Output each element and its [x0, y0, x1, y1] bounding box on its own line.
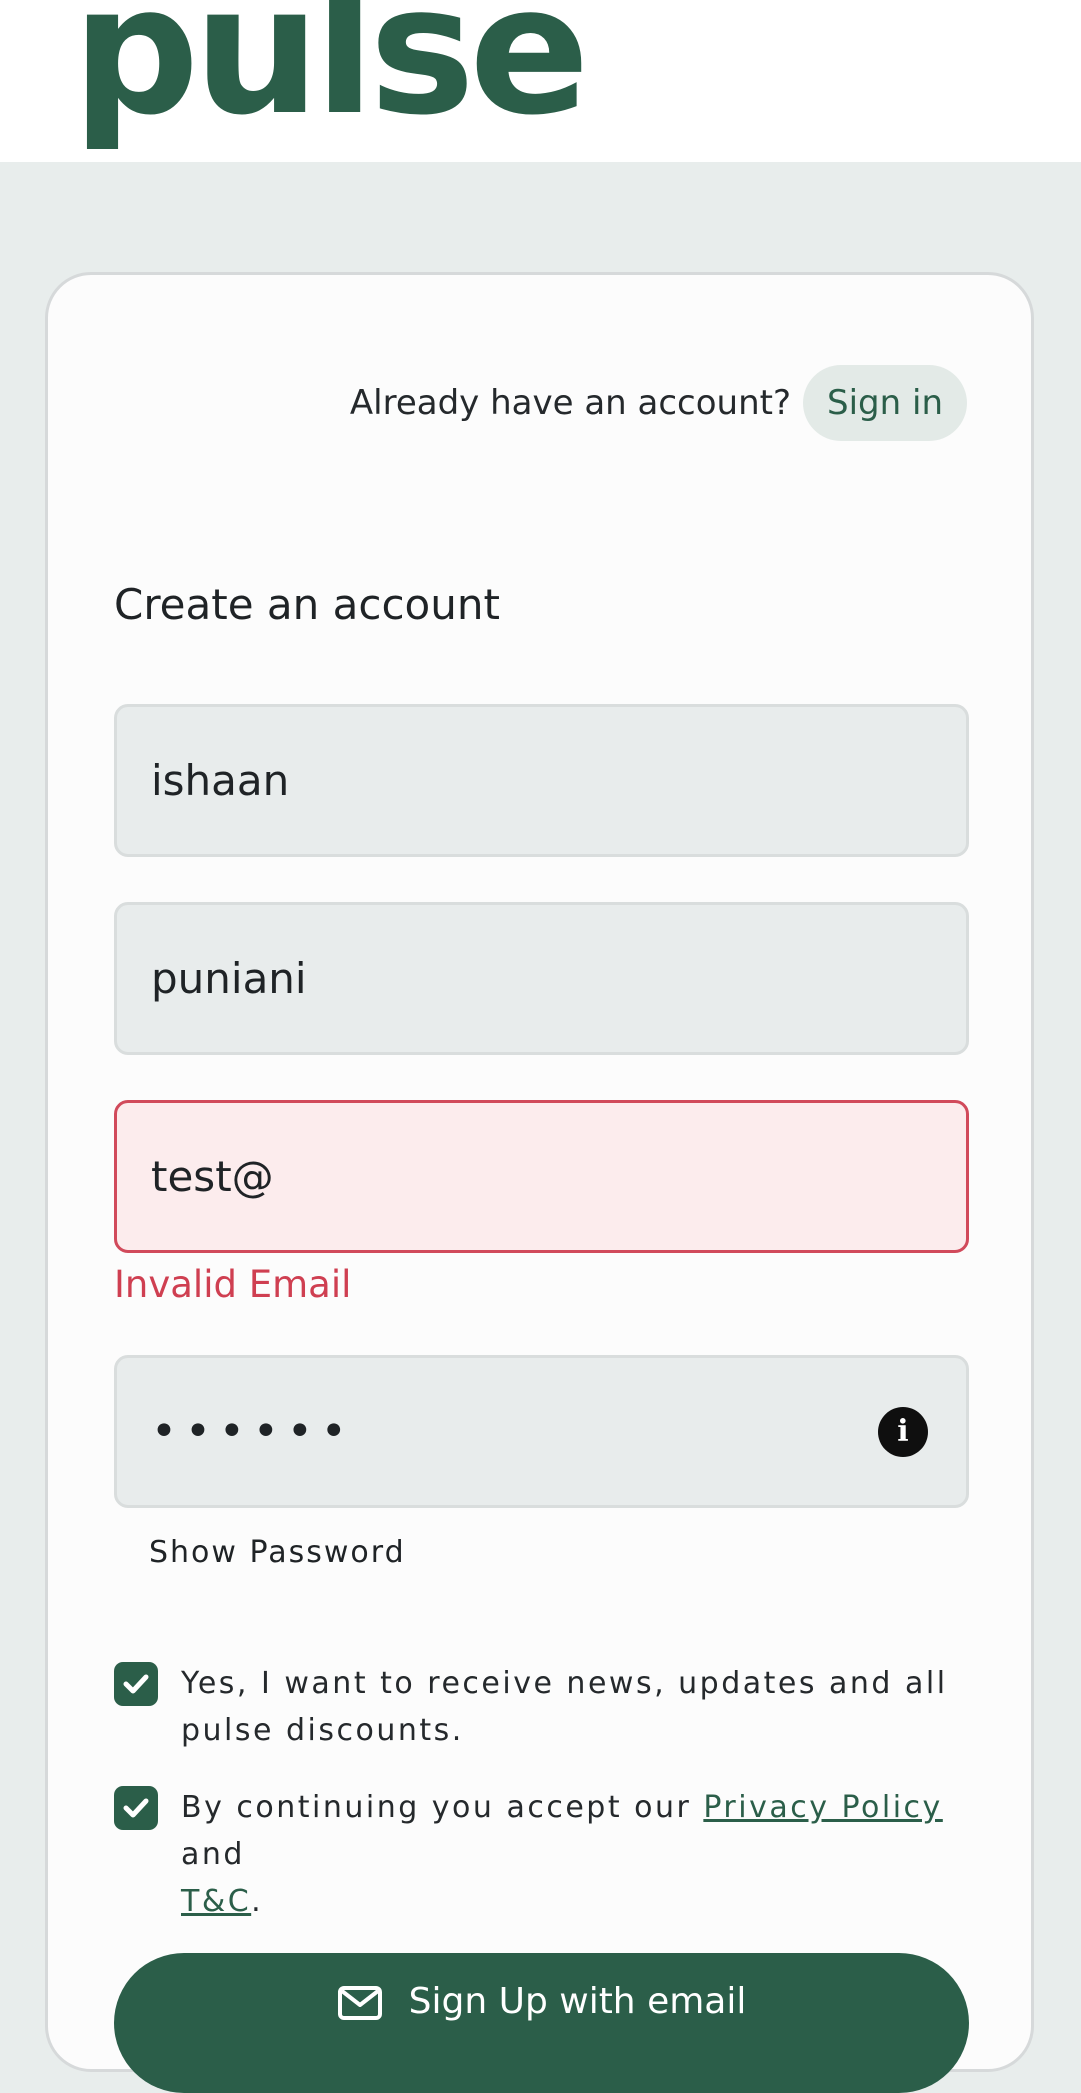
terms-suffix: .	[251, 1884, 264, 1919]
newsletter-checkbox[interactable]	[114, 1662, 158, 1706]
signup-card: Already have an account? Sign in Create …	[45, 272, 1034, 2093]
last-name-field[interactable]	[151, 954, 966, 1003]
terms-checkbox[interactable]	[114, 1786, 158, 1830]
first-name-field[interactable]	[151, 756, 966, 805]
email-error-message: Invalid Email	[114, 1263, 352, 1306]
privacy-policy-link[interactable]: Privacy Policy	[703, 1790, 942, 1825]
header: pulse	[0, 0, 1081, 162]
password-field[interactable]	[151, 1406, 851, 1457]
terms-prefix: By continuing you accept our	[181, 1790, 704, 1825]
sign-up-button-label: Sign Up with email	[408, 1981, 747, 2022]
terms-label: By continuing you accept our Privacy Pol…	[181, 1784, 974, 1925]
show-password-toggle[interactable]: Show Password	[149, 1535, 406, 1570]
terms-middle: and	[181, 1837, 245, 1872]
tc-link[interactable]: T&C	[181, 1884, 251, 1919]
sign-up-email-button[interactable]: Sign Up with email	[114, 1953, 969, 2093]
newsletter-consent-row: Yes, I want to receive news, updates and…	[114, 1660, 974, 1754]
checkmark-icon	[123, 1798, 149, 1818]
email-field[interactable]	[151, 1152, 966, 1201]
page-title: Create an account	[114, 580, 500, 629]
checkmark-icon	[123, 1674, 149, 1694]
first-name-field-wrapper	[114, 704, 969, 857]
password-field-wrapper: i	[114, 1355, 969, 1508]
info-icon[interactable]: i	[878, 1406, 928, 1457]
pulse-logo[interactable]: pulse	[72, 0, 590, 140]
last-name-field-wrapper	[114, 902, 969, 1055]
terms-consent-row: By continuing you accept our Privacy Pol…	[114, 1784, 974, 1925]
email-field-wrapper	[114, 1100, 969, 1253]
signin-row: Already have an account? Sign in	[350, 365, 967, 441]
newsletter-label: Yes, I want to receive news, updates and…	[181, 1666, 948, 1748]
signin-prompt: Already have an account?	[349, 383, 792, 423]
mail-icon	[337, 1986, 382, 2020]
sign-in-button[interactable]: Sign in	[803, 365, 967, 441]
